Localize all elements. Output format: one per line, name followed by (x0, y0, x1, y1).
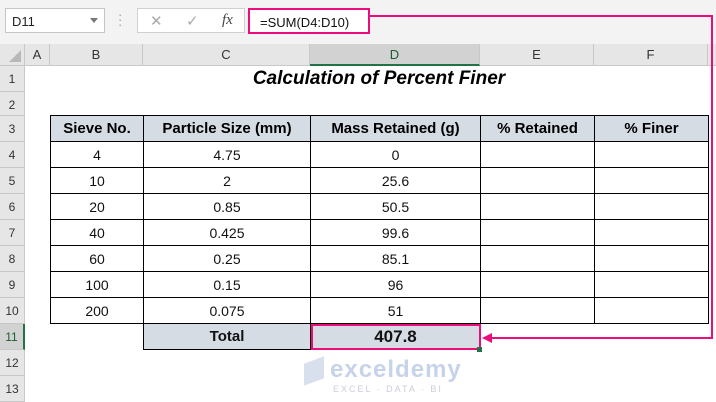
table-cell[interactable]: 25.6 (310, 167, 481, 194)
header-particle-size[interactable]: Particle Size (mm) (143, 115, 311, 142)
table-cell[interactable]: 10 (50, 167, 144, 194)
table-cell[interactable] (480, 297, 595, 324)
table-row: 100 0.15 96 (50, 271, 709, 298)
table-row: 10 2 25.6 (50, 167, 709, 194)
watermark-tagline: EXCEL · DATA · BI (333, 384, 443, 394)
table-cell[interactable]: 0.85 (143, 193, 311, 220)
column-header-a[interactable]: A (25, 44, 50, 66)
fill-handle[interactable] (477, 347, 482, 352)
row-header-9[interactable]: 9 (0, 272, 25, 298)
row-header-6[interactable]: 6 (0, 194, 25, 220)
row-header-13[interactable]: 13 (0, 376, 25, 402)
row-header-11[interactable]: 11 (0, 324, 25, 350)
column-header-b[interactable]: B (50, 44, 143, 66)
table-cell[interactable]: 4 (50, 141, 144, 168)
callout-line (711, 15, 713, 339)
row-header-8[interactable]: 8 (0, 246, 25, 272)
row-header-12[interactable]: 12 (0, 350, 25, 376)
table-cell[interactable] (594, 167, 709, 194)
table-cell[interactable]: 2 (143, 167, 311, 194)
empty-cell[interactable] (51, 324, 144, 350)
table-header-row: Sieve No. Particle Size (mm) Mass Retain… (50, 115, 709, 142)
table-cell[interactable]: 40 (50, 219, 144, 246)
table-cell[interactable] (480, 193, 595, 220)
name-box-value: D11 (12, 14, 35, 29)
cancel-icon[interactable]: ✕ (150, 12, 163, 30)
formula-input[interactable]: =SUM(D4:D10) (248, 8, 370, 34)
table-cell[interactable] (594, 141, 709, 168)
table-cell[interactable] (480, 245, 595, 272)
table-cell[interactable]: 99.6 (310, 219, 481, 246)
table-cell[interactable] (480, 167, 595, 194)
callout-line (370, 15, 713, 17)
total-value-cell[interactable]: 407.8 (310, 323, 481, 350)
formula-buttons: ✕ ✓ fx (137, 8, 245, 33)
table-row: 4 4.75 0 (50, 141, 709, 168)
fx-icon[interactable]: fx (222, 12, 233, 29)
chevron-down-icon[interactable] (90, 18, 98, 23)
table-cell[interactable] (480, 219, 595, 246)
watermark: exceldemy EXCEL · DATA · BI (302, 356, 462, 394)
table-row: 20 0.85 50.5 (50, 193, 709, 220)
table-cell[interactable] (594, 219, 709, 246)
table-cell[interactable] (594, 297, 709, 324)
row-header-7[interactable]: 7 (0, 220, 25, 246)
table-cell[interactable]: 96 (310, 271, 481, 298)
table-cell[interactable]: 0.15 (143, 271, 311, 298)
table-cell[interactable]: 51 (310, 297, 481, 324)
table-cell[interactable]: 20 (50, 193, 144, 220)
table-cell[interactable]: 85.1 (310, 245, 481, 272)
row-header-4[interactable]: 4 (0, 142, 25, 168)
row-header-10[interactable]: 10 (0, 298, 25, 324)
drag-handle-icon: · · · (118, 7, 123, 32)
table-cell[interactable]: 50.5 (310, 193, 481, 220)
table-cell[interactable]: 200 (50, 297, 144, 324)
table-cell[interactable]: 100 (50, 271, 144, 298)
table-cell[interactable] (594, 193, 709, 220)
row-header-2[interactable]: 2 (0, 92, 25, 116)
table-cell[interactable] (594, 271, 709, 298)
exceldemy-logo-icon (304, 356, 324, 386)
arrowhead-icon (482, 333, 492, 343)
column-header-e[interactable]: E (480, 44, 594, 66)
formula-bar-area: D11 · · · ✕ ✓ fx =SUM(D4:D10) (0, 0, 716, 44)
name-box[interactable]: D11 (5, 8, 105, 33)
table-row: 200 0.075 51 (50, 297, 709, 324)
table-cell[interactable] (594, 245, 709, 272)
sheet-title: Calculation of Percent Finer (252, 68, 506, 89)
table-cell[interactable]: 0 (310, 141, 481, 168)
column-header-c[interactable]: C (143, 44, 310, 66)
table-cell[interactable] (480, 141, 595, 168)
table-cell[interactable]: 0.075 (143, 297, 311, 324)
header-percent-retained[interactable]: % Retained (480, 115, 595, 142)
header-percent-finer[interactable]: % Finer (594, 115, 709, 142)
table-cell[interactable]: 0.25 (143, 245, 311, 272)
table-row: 40 0.425 99.6 (50, 219, 709, 246)
total-label[interactable]: Total (143, 323, 311, 350)
select-all-button[interactable] (0, 44, 25, 66)
enter-icon[interactable]: ✓ (186, 12, 199, 30)
table-cell[interactable]: 60 (50, 245, 144, 272)
header-sieve-no[interactable]: Sieve No. (50, 115, 144, 142)
column-header-d[interactable]: D (310, 44, 480, 66)
header-mass-retained[interactable]: Mass Retained (g) (310, 115, 481, 142)
callout-line (490, 337, 713, 339)
table-row: 60 0.25 85.1 (50, 245, 709, 272)
row-header-5[interactable]: 5 (0, 168, 25, 194)
table-cell[interactable] (480, 271, 595, 298)
column-header-f[interactable]: F (594, 44, 708, 66)
watermark-name: exceldemy (330, 356, 462, 383)
row-header-1[interactable]: 1 (0, 66, 25, 92)
table-cell[interactable]: 0.425 (143, 219, 311, 246)
row-header-3[interactable]: 3 (0, 116, 25, 142)
table-cell[interactable]: 4.75 (143, 141, 311, 168)
sieve-table: Sieve No. Particle Size (mm) Mass Retain… (50, 115, 709, 350)
